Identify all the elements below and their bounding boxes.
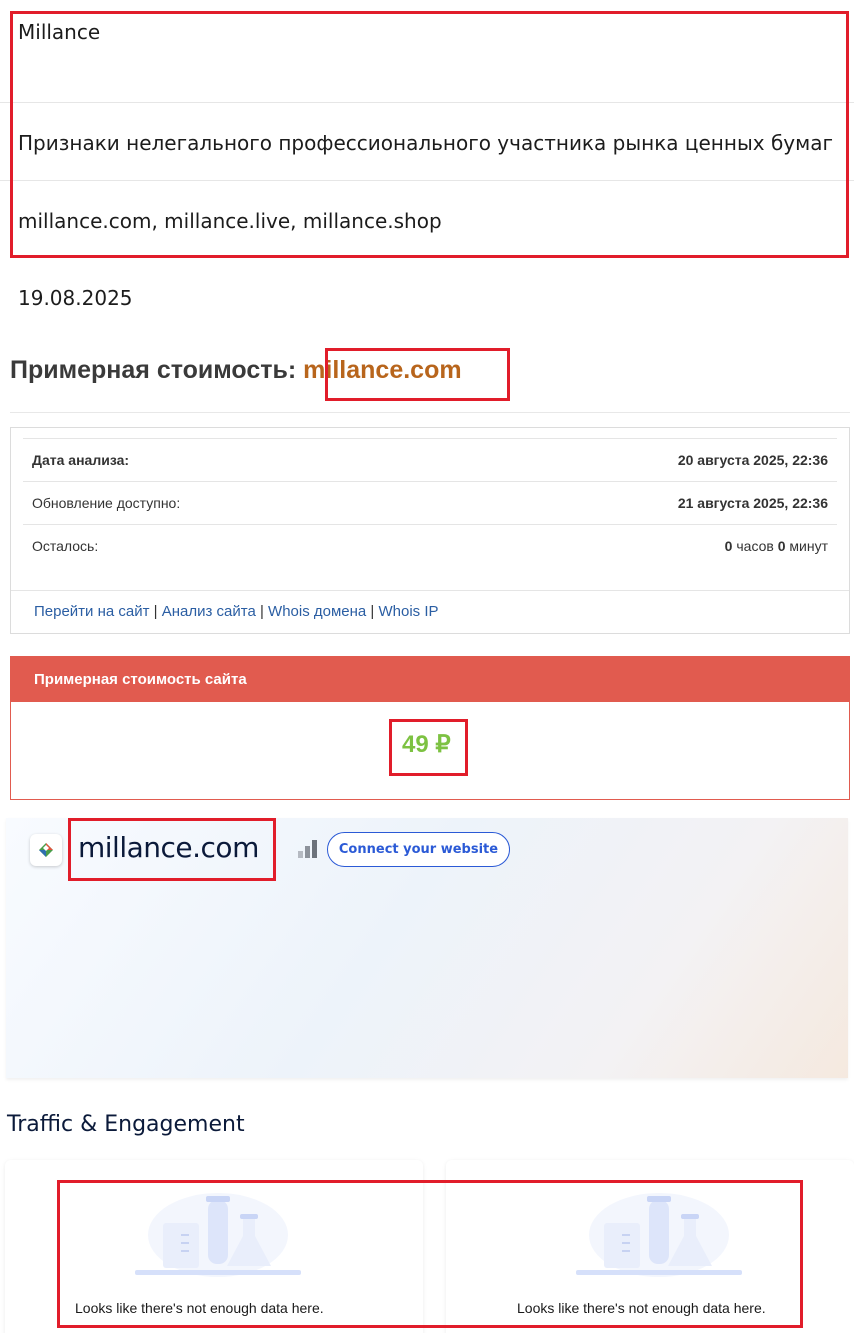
link-separator: | [149, 603, 162, 620]
record-date: 19.08.2025 [18, 286, 133, 310]
site-cost-value: 49 ₽ [402, 731, 451, 758]
info-row-sign: Признаки нелегального профессионального … [0, 103, 854, 181]
remaining-hours-unit: часов [732, 538, 778, 554]
info-row-name: Millance [0, 0, 854, 103]
site-cost-panel: Примерная стоимость сайта 49 ₽ [10, 656, 850, 800]
lab-flasks-illustration [135, 1193, 301, 1277]
remaining-value: 0 часов 0 минут [725, 538, 828, 554]
analysis-panel: Дата анализа: 20 августа 2025, 22:36 Обн… [10, 427, 850, 634]
lab-flasks-illustration [576, 1193, 742, 1277]
diamond-favicon-icon [39, 843, 53, 857]
update-row: Обновление доступно: 21 августа 2025, 22… [23, 481, 837, 524]
remaining-minutes-unit: минут [785, 538, 828, 554]
no-data-message: Looks like there's not enough data here. [75, 1300, 324, 1316]
divider [10, 412, 850, 413]
site-domain-title: millance.com [78, 831, 259, 864]
link-separator: | [366, 603, 379, 620]
page-title-text: Примерная стоимость: [10, 356, 304, 384]
rank-bars-icon [298, 840, 317, 858]
no-data-message: Looks like there's not enough data here. [517, 1300, 766, 1316]
info-row-domains: millance.com, millance.live, millance.sh… [0, 181, 854, 259]
page-title-domain: millance.com [303, 356, 462, 384]
remaining-minutes: 0 [777, 538, 786, 554]
analysis-date-label: Дата анализа: [32, 452, 130, 468]
update-label: Обновление доступно: [32, 495, 181, 511]
whois-ip-link[interactable]: Whois IP [379, 603, 439, 620]
link-separator: | [255, 603, 269, 620]
analysis-date-value: 20 августа 2025, 22:36 [677, 452, 828, 468]
site-analysis-link[interactable]: Анализ сайта [162, 603, 256, 620]
remaining-row: Осталось: 0 часов 0 минут [23, 524, 837, 567]
violation-sign: Признаки нелегального профессионального … [18, 131, 833, 155]
analysis-date-row: Дата анализа: 20 августа 2025, 22:36 [23, 438, 837, 481]
update-value: 21 августа 2025, 22:36 [677, 495, 828, 511]
site-favicon [30, 834, 62, 866]
domains-list: millance.com, millance.live, millance.sh… [18, 209, 442, 233]
traffic-card-right: Looks like there's not enough data here. [446, 1160, 854, 1333]
website-overview-header: millance.com Connect your website [6, 818, 848, 1078]
traffic-section-title: Traffic & Engagement [7, 1112, 245, 1137]
company-name: Millance [18, 20, 101, 44]
whois-domain-link[interactable]: Whois домена [268, 603, 366, 620]
site-links: Перейти на сайт | Анализ сайта | Whois д… [11, 590, 849, 620]
page-title: Примерная стоимость: millance.com [10, 356, 462, 385]
site-cost-header: Примерная стоимость сайта [11, 657, 849, 702]
visit-site-link[interactable]: Перейти на сайт [34, 603, 150, 620]
connect-website-button[interactable]: Connect your website [327, 832, 510, 867]
remaining-label: Осталось: [32, 538, 99, 554]
traffic-card-left: Looks like there's not enough data here. [5, 1160, 423, 1333]
